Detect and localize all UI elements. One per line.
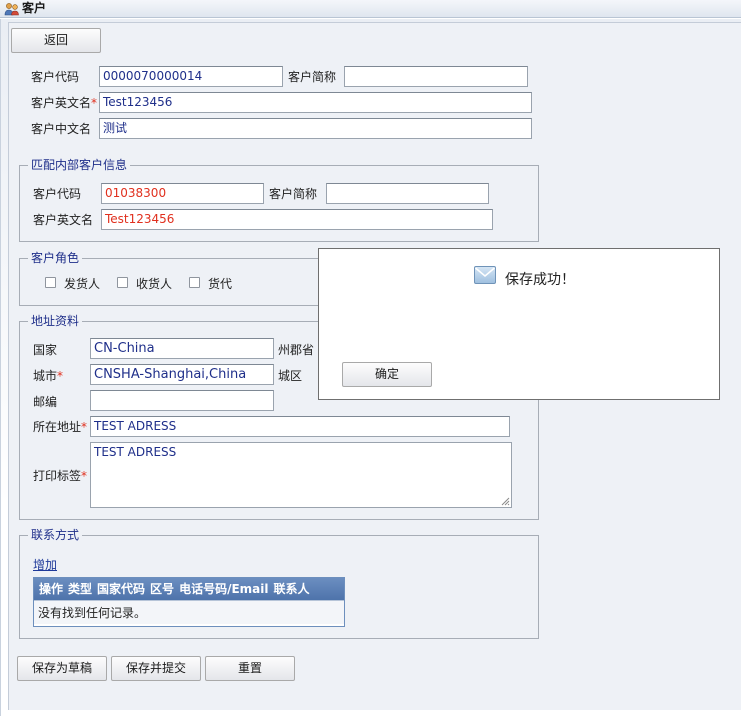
forwarder-label: 货代	[208, 277, 233, 291]
city-label: 城市*	[33, 369, 63, 383]
print-label-textarea[interactable]: TEST ADRESS	[90, 442, 512, 508]
short-name-label: 客户简称	[288, 70, 337, 84]
success-dialog: 保存成功！ 确定	[318, 248, 720, 400]
window-titlebar: 客户	[0, 0, 741, 18]
zip-input[interactable]	[90, 390, 274, 411]
required-marker: *	[81, 420, 88, 434]
zip-label: 邮编	[33, 395, 58, 409]
address-input[interactable]: TEST ADRESS	[90, 416, 510, 437]
customer-code-label: 客户代码	[31, 70, 80, 84]
required-marker: *	[57, 369, 64, 383]
country-input[interactable]: CN-China	[90, 338, 274, 359]
reset-button[interactable]: 重置	[205, 656, 295, 681]
customer-code-input[interactable]: 0000070000014	[99, 66, 283, 87]
forwarder-checkbox[interactable]	[189, 277, 200, 288]
contact-grid: 操作 类型 国家代码 区号 电话号码/Email 联系人 没有找到任何记录。	[33, 577, 345, 627]
internal-code-input[interactable]: 01038300	[101, 183, 264, 204]
col-operation[interactable]: 操作	[34, 578, 63, 600]
resize-grip-icon[interactable]	[501, 497, 510, 506]
english-name-input[interactable]: Test123456	[99, 92, 532, 113]
save-submit-button[interactable]: 保存并提交	[111, 656, 201, 681]
internal-english-name-input[interactable]: Test123456	[101, 209, 493, 230]
state-label: 州郡省	[278, 343, 315, 357]
shipper-checkbox[interactable]	[45, 277, 56, 288]
internal-short-name-input[interactable]	[326, 183, 489, 204]
col-area-code[interactable]: 区号	[145, 578, 174, 600]
short-name-input[interactable]	[344, 66, 528, 87]
address-label-text: 所在地址	[33, 420, 82, 434]
col-country-code[interactable]: 国家代码	[92, 578, 145, 600]
city-input[interactable]: CNSHA-Shanghai,China	[90, 364, 274, 385]
back-button[interactable]: 返回	[11, 28, 101, 53]
contact-legend: 联系方式	[28, 528, 83, 542]
col-type[interactable]: 类型	[63, 578, 92, 600]
roles-legend: 客户角色	[28, 251, 83, 265]
print-label-text: 打印标签	[33, 469, 82, 483]
print-label-text-value: TEST ADRESS	[94, 445, 177, 459]
dialog-message: 保存成功！	[505, 272, 575, 288]
internal-short-name-label: 客户简称	[269, 187, 318, 201]
district-label: 城区	[278, 369, 303, 383]
print-label: 打印标签*	[33, 469, 87, 483]
mail-icon	[474, 266, 496, 284]
address-label: 所在地址*	[33, 420, 87, 434]
english-name-label: 客户英文名*	[31, 96, 97, 110]
add-contact-link[interactable]: 增加	[33, 556, 57, 573]
chinese-name-input[interactable]: 测试	[99, 118, 532, 139]
internal-english-name-label: 客户英文名	[33, 213, 94, 227]
required-marker: *	[91, 96, 98, 110]
users-icon	[4, 3, 19, 16]
english-name-label-text: 客户英文名	[31, 96, 92, 110]
required-marker: *	[81, 469, 88, 483]
window-title: 客户	[22, 1, 47, 15]
shipper-label: 发货人	[64, 277, 101, 291]
col-contact-person[interactable]: 联系人	[268, 578, 309, 600]
consignee-label: 收货人	[136, 277, 173, 291]
internal-match-legend: 匹配内部客户信息	[28, 158, 131, 172]
consignee-checkbox[interactable]	[117, 277, 128, 288]
col-phone-email[interactable]: 电话号码/Email	[174, 578, 268, 600]
ok-button[interactable]: 确定	[342, 362, 432, 387]
country-label: 国家	[33, 343, 58, 357]
address-legend: 地址资料	[28, 314, 83, 328]
internal-code-label: 客户代码	[33, 187, 82, 201]
chinese-name-label: 客户中文名	[31, 122, 92, 136]
city-label-text: 城市	[33, 369, 58, 383]
save-draft-button[interactable]: 保存为草稿	[17, 656, 107, 681]
empty-message: 没有找到任何记录。	[34, 600, 344, 624]
contact-grid-header: 操作 类型 国家代码 区号 电话号码/Email 联系人	[34, 578, 344, 600]
